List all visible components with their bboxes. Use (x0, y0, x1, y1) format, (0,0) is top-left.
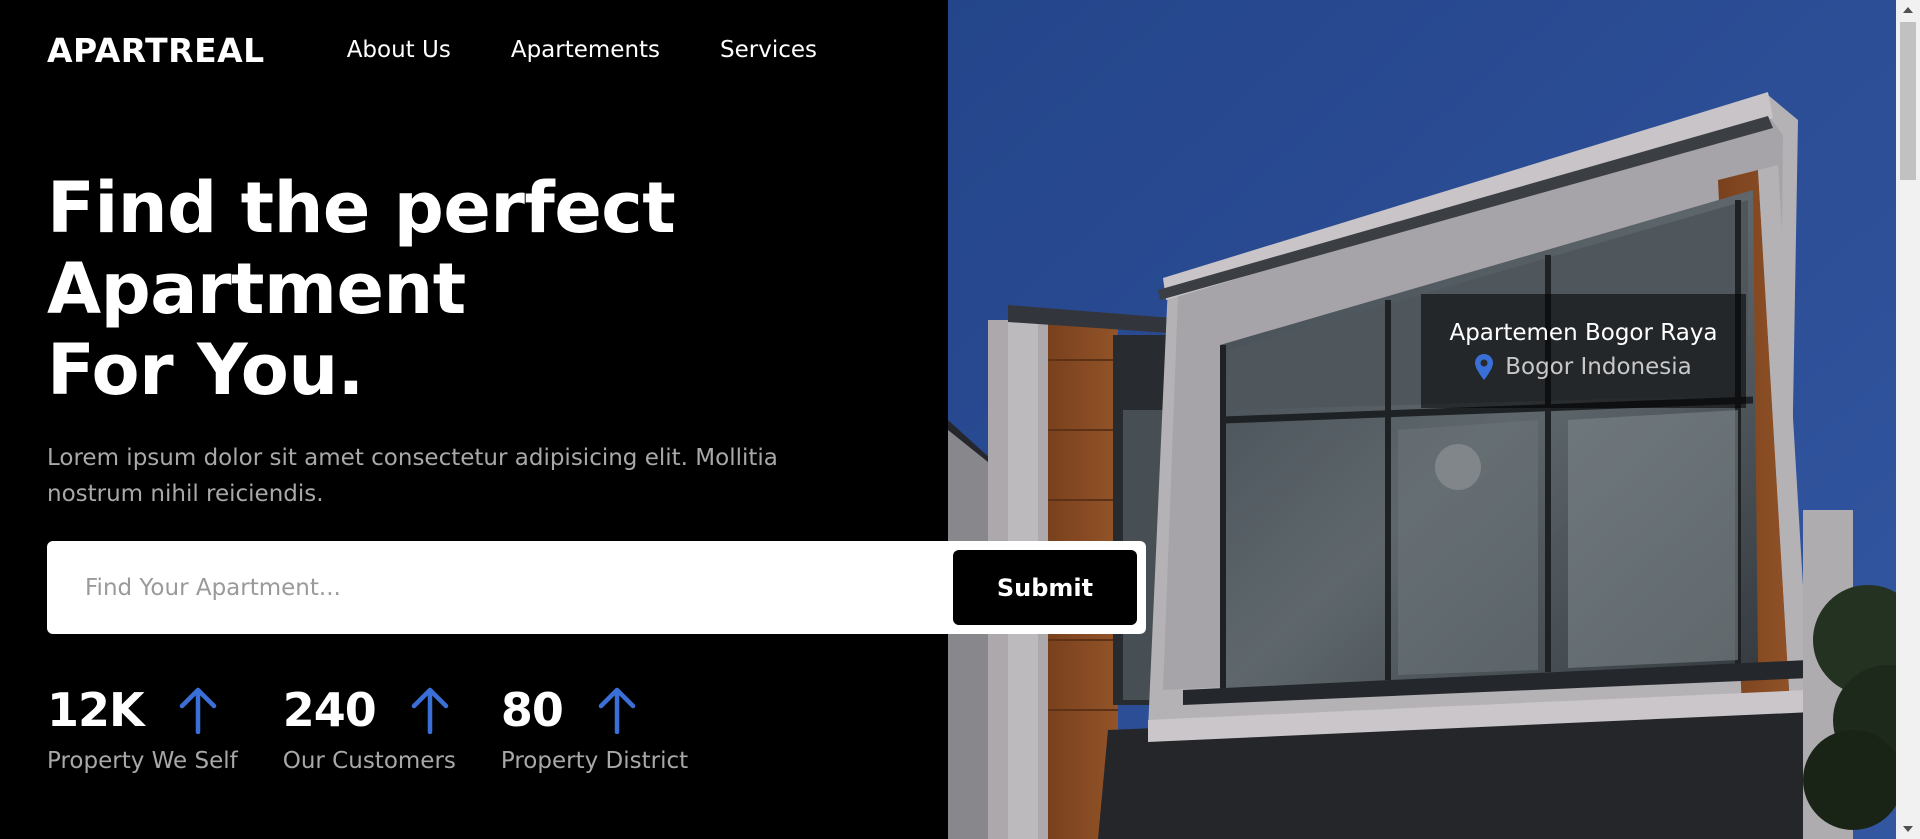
nav-link-about-us[interactable]: About Us (347, 37, 451, 63)
location-city: Bogor Indonesia (1505, 354, 1692, 380)
scrollbar[interactable] (1896, 0, 1920, 839)
stat-label: Our Customers (282, 748, 456, 774)
scroll-up-icon[interactable] (1896, 0, 1920, 20)
hero-title-line-2: Apartment (47, 248, 466, 330)
scroll-down-icon[interactable] (1896, 819, 1920, 839)
location-name: Apartemen Bogor Raya (1449, 320, 1718, 346)
search-input[interactable] (47, 541, 947, 634)
submit-button[interactable]: Submit (953, 550, 1137, 625)
search-box: Submit (47, 541, 1146, 634)
location-card[interactable]: Apartemen Bogor Raya Bogor Indonesia (1421, 294, 1746, 408)
hero-image (948, 0, 1896, 839)
navbar: APARTREAL About Us Apartements Services (47, 28, 877, 72)
nav-link-apartements[interactable]: Apartements (511, 37, 660, 63)
hero-description: Lorem ipsum dolor sit amet consectetur a… (47, 445, 778, 507)
scroll-thumb[interactable] (1900, 22, 1916, 180)
arrow-up-icon (598, 687, 636, 734)
stat-district: 80 Property District (501, 680, 688, 774)
stat-value: 80 (500, 683, 564, 737)
stat-property: 12K Property We Self (47, 680, 238, 774)
stat-value: 12K (47, 683, 145, 737)
hero-title: Find the perfect Apartment For You. (47, 168, 767, 411)
stat-customers: 240 Our Customers (283, 680, 456, 774)
stat-label: Property District (500, 748, 689, 774)
hero-title-line-3: For You. (47, 329, 364, 411)
arrow-up-icon (411, 687, 449, 734)
stats-row: 12K Property We Self 240 Our Customers 8… (47, 680, 733, 774)
stat-value: 240 (282, 683, 377, 737)
arrow-up-icon (179, 687, 216, 734)
house-photo (948, 0, 1896, 839)
nav-links: About Us Apartements Services (347, 37, 877, 63)
logo[interactable]: APARTREAL (47, 31, 265, 70)
hero-title-line-1: Find the perfect (47, 167, 676, 249)
hero-left-panel: APARTREAL About Us Apartements Services … (0, 0, 948, 839)
nav-link-services[interactable]: Services (720, 37, 817, 63)
page: APARTREAL About Us Apartements Services … (0, 0, 1896, 839)
stat-label: Property We Self (47, 748, 238, 774)
map-pin-icon (1475, 354, 1494, 380)
